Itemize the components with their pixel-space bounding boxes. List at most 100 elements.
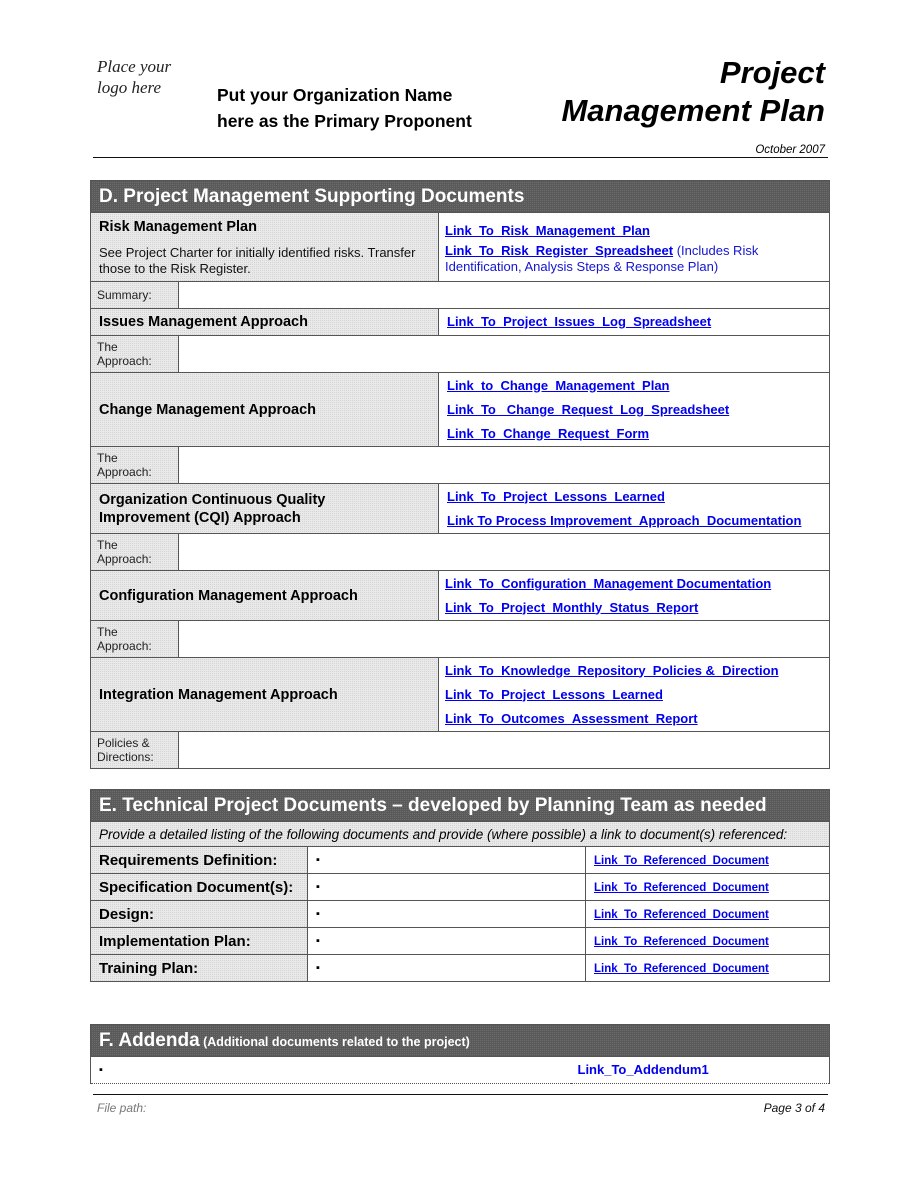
issues-approach-label: The Approach: bbox=[90, 335, 179, 373]
cqi-approach-row: The Approach: bbox=[90, 533, 831, 571]
file-path-label: File path: bbox=[97, 1101, 147, 1115]
doc-row: Specification Document(s): ▪ Link_To_Ref… bbox=[90, 873, 830, 901]
issues-row: Issues Management Approach Link_To_Proje… bbox=[90, 308, 831, 336]
link-referenced-document[interactable]: Link_To_Referenced_Document bbox=[594, 936, 769, 948]
link-change-management-plan[interactable]: Link_to_Change_Management_Plan bbox=[447, 374, 821, 398]
footer-divider bbox=[93, 1094, 828, 1095]
section-f-title-cell: F. Addenda (Additional documents related… bbox=[89, 1024, 831, 1057]
logo-line-2: logo here bbox=[97, 78, 162, 97]
doc-label: Requirements Definition: bbox=[90, 846, 308, 874]
issues-approach-row: The Approach: bbox=[90, 335, 831, 373]
doc-row: Requirements Definition: ▪ Link_To_Refer… bbox=[90, 846, 830, 874]
doc-entry-field[interactable]: ▪ bbox=[307, 954, 586, 982]
doc-label: Design: bbox=[90, 900, 308, 928]
config-approach-label: The Approach: bbox=[90, 620, 179, 658]
risk-row: Risk Management Plan See Project Charter… bbox=[90, 212, 831, 282]
link-risk-register-spreadsheet[interactable]: Link_To_Risk_Register_Spreadsheet bbox=[445, 243, 673, 258]
config-links-cell: Link_To_Configuration_Management Documen… bbox=[437, 570, 831, 621]
page-number: Page 3 of 4 bbox=[763, 1101, 825, 1115]
link-knowledge-repository-policies[interactable]: Link_To_Knowledge_Repository_Policies &_… bbox=[445, 659, 821, 683]
section-e-table: E. Technical Project Documents – develop… bbox=[90, 789, 830, 982]
section-f-subtitle: (Additional documents related to the pro… bbox=[199, 1034, 470, 1049]
section-e-header: E. Technical Project Documents – develop… bbox=[90, 789, 830, 822]
policies-field[interactable] bbox=[177, 731, 831, 769]
logo-placeholder: Place your logo here bbox=[97, 56, 171, 98]
document-title: Project Management Plan bbox=[561, 54, 825, 130]
addendum-entry-field[interactable]: ▪ bbox=[90, 1056, 571, 1084]
addendum-link-cell: Link_To_Addendum1 bbox=[570, 1056, 831, 1084]
config-label: Configuration Management Approach bbox=[90, 570, 439, 621]
link-project-monthly-status-report[interactable]: Link_To_Project_Monthly_Status_Report bbox=[445, 596, 821, 620]
section-f-header: F. Addenda (Additional documents related… bbox=[89, 1024, 831, 1057]
config-approach-field[interactable] bbox=[177, 620, 831, 658]
doc-label: Implementation Plan: bbox=[90, 927, 308, 955]
doc-entry-field[interactable]: ▪ bbox=[307, 927, 586, 955]
document-date: October 2007 bbox=[755, 144, 825, 156]
risk-label-cell: Risk Management Plan See Project Charter… bbox=[90, 212, 439, 282]
issues-approach-field[interactable] bbox=[177, 335, 831, 373]
config-approach-row: The Approach: bbox=[90, 620, 831, 658]
change-approach-field[interactable] bbox=[177, 446, 831, 484]
section-d-table: D. Project Management Supporting Documen… bbox=[89, 180, 831, 769]
org-line-2: here as the Primary Proponent bbox=[217, 111, 472, 131]
section-d-header: D. Project Management Supporting Documen… bbox=[89, 180, 831, 213]
section-f-table: F. Addenda (Additional documents related… bbox=[89, 1024, 831, 1084]
risk-description: See Project Charter for initially identi… bbox=[99, 245, 416, 276]
link-referenced-document[interactable]: Link_To_Referenced_Document bbox=[594, 855, 769, 867]
cqi-approach-field[interactable] bbox=[177, 533, 831, 571]
integration-links-cell: Link_To_Knowledge_Repository_Policies &_… bbox=[437, 657, 831, 732]
link-risk-management-plan[interactable]: Link_To_Risk_Management_Plan bbox=[445, 219, 821, 243]
cqi-label: Organization Continuous Quality Improvem… bbox=[90, 483, 439, 534]
integration-policies-row: Policies & Directions: bbox=[90, 731, 831, 769]
summary-label: Summary: bbox=[90, 281, 179, 309]
link-integration-lessons-learned[interactable]: Link_To_Project_Lessons_Learned bbox=[445, 683, 821, 707]
org-line-1: Put your Organization Name bbox=[217, 85, 453, 105]
issues-links-cell: Link_To_Project_Issues_Log_Spreadsheet bbox=[437, 308, 831, 336]
link-referenced-document[interactable]: Link_To_Referenced_Document bbox=[594, 909, 769, 921]
link-process-improvement-documentation[interactable]: Link To Process Improvement_Approach_Doc… bbox=[447, 509, 821, 533]
header-divider bbox=[93, 157, 828, 158]
integration-row: Integration Management Approach Link_To_… bbox=[90, 657, 831, 732]
change-approach-row: The Approach: bbox=[90, 446, 831, 484]
issues-label: Issues Management Approach bbox=[90, 308, 439, 336]
doc-entry-field[interactable]: ▪ bbox=[307, 873, 586, 901]
change-links-cell: Link_to_Change_Management_Plan Link_To_ … bbox=[437, 372, 831, 447]
link-referenced-document[interactable]: Link_To_Referenced_Document bbox=[594, 882, 769, 894]
config-row: Configuration Management Approach Link_T… bbox=[90, 570, 831, 621]
link-project-lessons-learned[interactable]: Link_To_Project_Lessons_Learned bbox=[447, 485, 821, 509]
title-line-1: Project bbox=[719, 55, 825, 90]
cqi-row: Organization Continuous Quality Improvem… bbox=[90, 483, 831, 534]
organization-name: Put your Organization Name here as the P… bbox=[217, 82, 472, 134]
link-issues-log-spreadsheet[interactable]: Link_To_Project_Issues_Log_Spreadsheet bbox=[447, 310, 821, 334]
change-label: Change Management Approach bbox=[90, 372, 439, 447]
logo-line-1: Place your bbox=[97, 57, 172, 76]
link-referenced-document[interactable]: Link_To_Referenced_Document bbox=[594, 963, 769, 975]
risk-links-cell: Link_To_Risk_Management_Plan Link_To_Ris… bbox=[437, 212, 831, 282]
risk-label: Risk Management Plan bbox=[99, 219, 257, 235]
doc-label: Training Plan: bbox=[90, 954, 308, 982]
doc-row: Design: ▪ Link_To_Referenced_Document bbox=[90, 900, 830, 928]
link-change-request-log[interactable]: Link_To_ Change_Request_Log_Spreadsheet bbox=[447, 398, 821, 422]
link-outcomes-assessment-report[interactable]: Link_To_Outcomes_Assessment_Report bbox=[445, 707, 821, 731]
policies-label: Policies & Directions: bbox=[90, 731, 179, 769]
link-addendum-1[interactable]: Link_To_Addendum1 bbox=[578, 1062, 709, 1077]
doc-row: Training Plan: ▪ Link_To_Referenced_Docu… bbox=[90, 954, 830, 982]
section-f-title: F. Addenda bbox=[99, 1029, 200, 1051]
cqi-links-cell: Link_To_Project_Lessons_Learned Link To … bbox=[437, 483, 831, 534]
change-row: Change Management Approach Link_to_Chang… bbox=[90, 372, 831, 447]
summary-field[interactable] bbox=[177, 281, 831, 309]
doc-entry-field[interactable]: ▪ bbox=[307, 900, 586, 928]
section-e-title: E. Technical Project Documents – develop… bbox=[90, 789, 830, 822]
section-e-instruction-row: Provide a detailed listing of the follow… bbox=[90, 821, 830, 847]
integration-label: Integration Management Approach bbox=[90, 657, 439, 732]
addendum-row: ▪ Link_To_Addendum1 bbox=[90, 1056, 831, 1084]
doc-entry-field[interactable]: ▪ bbox=[307, 846, 586, 874]
cqi-approach-label: The Approach: bbox=[90, 533, 179, 571]
doc-row: Implementation Plan: ▪ Link_To_Reference… bbox=[90, 927, 830, 955]
link-change-request-form[interactable]: Link_To_Change_Request_Form bbox=[447, 422, 821, 446]
risk-summary-row: Summary: bbox=[90, 281, 831, 309]
change-approach-label: The Approach: bbox=[90, 446, 179, 484]
link-configuration-management-documentation[interactable]: Link_To_Configuration_Management Documen… bbox=[445, 572, 821, 596]
doc-label: Specification Document(s): bbox=[90, 873, 308, 901]
section-e-instruction: Provide a detailed listing of the follow… bbox=[90, 821, 830, 847]
